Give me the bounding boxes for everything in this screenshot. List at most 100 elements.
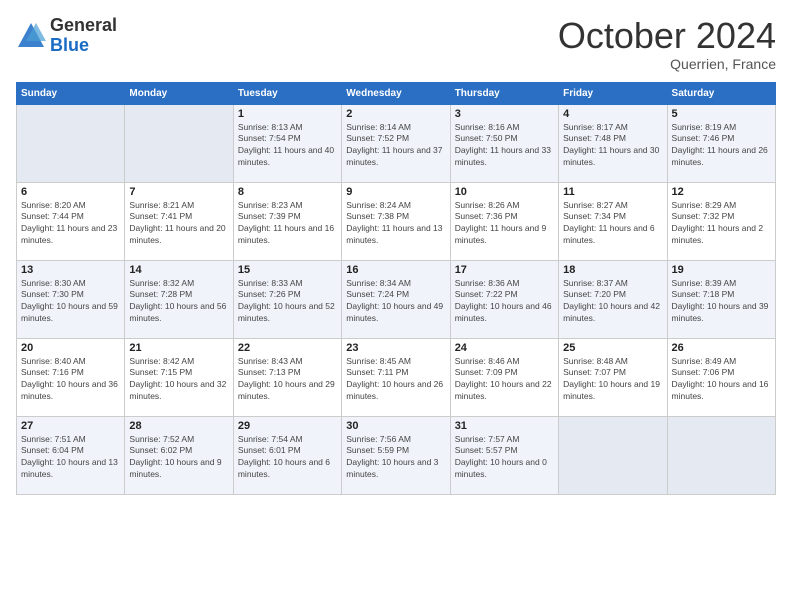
table-row: 24Sunrise: 8:46 AM Sunset: 7:09 PM Dayli… <box>450 338 558 416</box>
calendar-week-row: 27 Sunrise: 7:51 AM Sunset: 6:04 PM Dayli… <box>17 416 776 494</box>
day-info: Sunrise: 8:16 AM Sunset: 7:50 PM Dayligh… <box>455 122 554 170</box>
day-info: Sunrise: 8:34 AM Sunset: 7:24 PM Dayligh… <box>346 278 445 326</box>
table-row: 8Sunrise: 8:23 AM Sunset: 7:39 PM Daylig… <box>233 182 341 260</box>
day-info: Sunrise: 8:27 AM Sunset: 7:34 PM Dayligh… <box>563 200 662 248</box>
table-row: 14Sunrise: 8:32 AM Sunset: 7:28 PM Dayli… <box>125 260 233 338</box>
day-info: Sunrise: 7:52 AM Sunset: 6:02 PM Dayligh… <box>129 434 228 482</box>
day-number: 18 <box>563 264 662 276</box>
day-info: Sunrise: 7:56 AM Sunset: 5:59 PM Dayligh… <box>346 434 445 482</box>
table-row: 4Sunrise: 8:17 AM Sunset: 7:48 PM Daylig… <box>559 104 667 182</box>
day-info: Sunrise: 8:48 AM Sunset: 7:07 PM Dayligh… <box>563 356 662 404</box>
day-number: 2 <box>346 108 445 120</box>
table-row: 17Sunrise: 8:36 AM Sunset: 7:22 PM Dayli… <box>450 260 558 338</box>
day-number: 25 <box>563 342 662 354</box>
day-number: 16 <box>346 264 445 276</box>
calendar-week-row: 20 Sunrise: 8:40 AM Sunset: 7:16 PM Dayli… <box>17 338 776 416</box>
calendar-table: Sunday Monday Tuesday Wednesday Thursday… <box>16 82 776 495</box>
table-row: 31 Sunrise: 7:57 AM Sunset: 5:57 PM Dayli… <box>450 416 558 494</box>
day-number: 22 <box>238 342 337 354</box>
calendar-page: General Blue October 2024 Querrien, Fran… <box>0 0 792 612</box>
day-info: Sunrise: 8:21 AM Sunset: 7:41 PM Dayligh… <box>129 200 228 248</box>
table-row: 11 Sunrise: 8:27 AM Sunset: 7:34 PM Dayli… <box>559 182 667 260</box>
table-row: 9 Sunrise: 8:24 AM Sunset: 7:38 PM Daylig… <box>342 182 450 260</box>
day-number: 4 <box>563 108 662 120</box>
day-number: 31 <box>455 420 554 432</box>
header-friday: Friday <box>559 82 667 104</box>
day-number: 10 <box>455 186 554 198</box>
day-info: Sunrise: 8:30 AM Sunset: 7:30 PM Dayligh… <box>21 278 120 326</box>
day-number: 1 <box>238 108 337 120</box>
day-number: 30 <box>346 420 445 432</box>
day-number: 20 <box>21 342 120 354</box>
day-info: Sunrise: 8:37 AM Sunset: 7:20 PM Dayligh… <box>563 278 662 326</box>
day-info: Sunrise: 8:32 AM Sunset: 7:28 PM Dayligh… <box>129 278 228 326</box>
day-info: Sunrise: 8:49 AM Sunset: 7:06 PM Dayligh… <box>672 356 771 404</box>
table-row: 16 Sunrise: 8:34 AM Sunset: 7:24 PM Dayli… <box>342 260 450 338</box>
day-number: 21 <box>129 342 228 354</box>
month-title: October 2024 <box>558 16 776 56</box>
table-row: 19Sunrise: 8:39 AM Sunset: 7:18 PM Dayli… <box>667 260 775 338</box>
title-block: October 2024 Querrien, France <box>558 16 776 72</box>
table-row <box>667 416 775 494</box>
day-number: 8 <box>238 186 337 198</box>
table-row: 27 Sunrise: 7:51 AM Sunset: 6:04 PM Dayli… <box>17 416 125 494</box>
weekday-header-row: Sunday Monday Tuesday Wednesday Thursday… <box>17 82 776 104</box>
day-number: 12 <box>672 186 771 198</box>
day-info: Sunrise: 8:39 AM Sunset: 7:18 PM Dayligh… <box>672 278 771 326</box>
table-row: 28 Sunrise: 7:52 AM Sunset: 6:02 PM Dayli… <box>125 416 233 494</box>
day-number: 11 <box>563 186 662 198</box>
day-info: Sunrise: 8:19 AM Sunset: 7:46 PM Dayligh… <box>672 122 771 170</box>
logo-general-text: General <box>50 16 117 36</box>
day-number: 7 <box>129 186 228 198</box>
table-row: 26 Sunrise: 8:49 AM Sunset: 7:06 PM Dayli… <box>667 338 775 416</box>
table-row: 13 Sunrise: 8:30 AM Sunset: 7:30 PM Dayli… <box>17 260 125 338</box>
table-row: 29Sunrise: 7:54 AM Sunset: 6:01 PM Dayli… <box>233 416 341 494</box>
table-row: 15Sunrise: 8:33 AM Sunset: 7:26 PM Dayli… <box>233 260 341 338</box>
day-info: Sunrise: 8:14 AM Sunset: 7:52 PM Dayligh… <box>346 122 445 170</box>
day-info: Sunrise: 8:40 AM Sunset: 7:16 PM Dayligh… <box>21 356 120 404</box>
calendar-week-row: 1Sunrise: 8:13 AM Sunset: 7:54 PM Daylig… <box>17 104 776 182</box>
table-row: 5Sunrise: 8:19 AM Sunset: 7:46 PM Daylig… <box>667 104 775 182</box>
table-row: 25 Sunrise: 8:48 AM Sunset: 7:07 PM Dayli… <box>559 338 667 416</box>
day-number: 13 <box>21 264 120 276</box>
table-row: 30 Sunrise: 7:56 AM Sunset: 5:59 PM Dayli… <box>342 416 450 494</box>
day-number: 23 <box>346 342 445 354</box>
logo: General Blue <box>16 16 117 56</box>
table-row: 2 Sunrise: 8:14 AM Sunset: 7:52 PM Daylig… <box>342 104 450 182</box>
day-number: 26 <box>672 342 771 354</box>
day-number: 15 <box>238 264 337 276</box>
day-info: Sunrise: 8:36 AM Sunset: 7:22 PM Dayligh… <box>455 278 554 326</box>
header-saturday: Saturday <box>667 82 775 104</box>
table-row: 3 Sunrise: 8:16 AM Sunset: 7:50 PM Daylig… <box>450 104 558 182</box>
header-monday: Monday <box>125 82 233 104</box>
table-row: 10Sunrise: 8:26 AM Sunset: 7:36 PM Dayli… <box>450 182 558 260</box>
table-row <box>125 104 233 182</box>
day-info: Sunrise: 8:24 AM Sunset: 7:38 PM Dayligh… <box>346 200 445 248</box>
calendar-week-row: 6 Sunrise: 8:20 AM Sunset: 7:44 PM Daylig… <box>17 182 776 260</box>
day-number: 9 <box>346 186 445 198</box>
header-tuesday: Tuesday <box>233 82 341 104</box>
logo-blue-text: Blue <box>50 36 117 56</box>
day-number: 6 <box>21 186 120 198</box>
day-info: Sunrise: 8:29 AM Sunset: 7:32 PM Dayligh… <box>672 200 771 248</box>
table-row: 21 Sunrise: 8:42 AM Sunset: 7:15 PM Dayli… <box>125 338 233 416</box>
location: Querrien, France <box>558 56 776 72</box>
day-number: 28 <box>129 420 228 432</box>
day-number: 27 <box>21 420 120 432</box>
table-row: 22 Sunrise: 8:43 AM Sunset: 7:13 PM Dayli… <box>233 338 341 416</box>
day-number: 3 <box>455 108 554 120</box>
table-row: 7 Sunrise: 8:21 AM Sunset: 7:41 PM Daylig… <box>125 182 233 260</box>
day-info: Sunrise: 8:20 AM Sunset: 7:44 PM Dayligh… <box>21 200 120 248</box>
header-sunday: Sunday <box>17 82 125 104</box>
table-row: 6 Sunrise: 8:20 AM Sunset: 7:44 PM Daylig… <box>17 182 125 260</box>
table-row <box>17 104 125 182</box>
day-info: Sunrise: 7:51 AM Sunset: 6:04 PM Dayligh… <box>21 434 120 482</box>
logo-icon <box>16 21 46 51</box>
table-row: 23 Sunrise: 8:45 AM Sunset: 7:11 PM Dayli… <box>342 338 450 416</box>
table-row: 18 Sunrise: 8:37 AM Sunset: 7:20 PM Dayli… <box>559 260 667 338</box>
day-number: 29 <box>238 420 337 432</box>
day-info: Sunrise: 7:57 AM Sunset: 5:57 PM Dayligh… <box>455 434 554 482</box>
day-info: Sunrise: 8:45 AM Sunset: 7:11 PM Dayligh… <box>346 356 445 404</box>
day-info: Sunrise: 8:42 AM Sunset: 7:15 PM Dayligh… <box>129 356 228 404</box>
day-info: Sunrise: 8:43 AM Sunset: 7:13 PM Dayligh… <box>238 356 337 404</box>
